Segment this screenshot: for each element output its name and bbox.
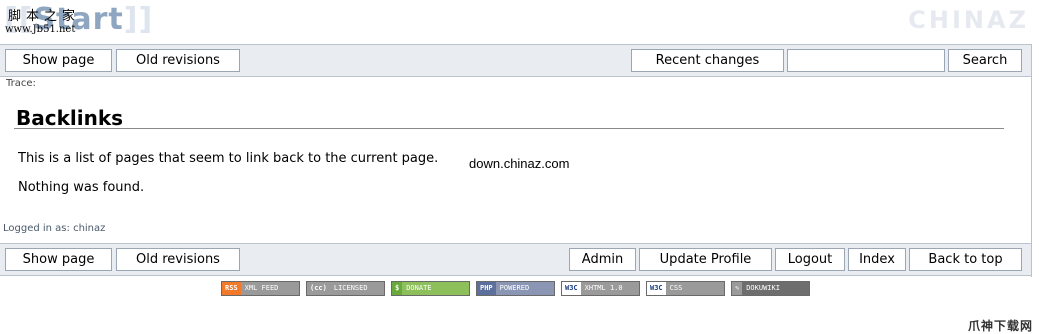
rss-xml-feed-badge[interactable]: RSS XML FEED [221,281,300,296]
badge-label: CSS [665,282,724,295]
top-action-bar: Show page Old revisions Recent changes S… [0,44,1031,77]
w3c-xhtml-badge[interactable]: W3C XHTML 1.0 [561,281,640,296]
old-revisions-button-bottom[interactable]: Old revisions [116,248,240,271]
logged-in-status: Logged in as: chinaz [3,223,106,234]
admin-button[interactable]: Admin [569,248,636,271]
logout-button[interactable]: Logout [775,248,845,271]
title-divider [14,128,1004,129]
footer-badges: RSS XML FEED (cc) LICENSED $ DONATE PHP POWE… [0,281,1039,297]
w3c-icon: W3C [562,282,581,295]
site-url: www.Jb51.net [5,24,76,35]
php-powered-badge[interactable]: PHP POWERED [476,281,555,296]
update-profile-button[interactable]: Update Profile [639,248,772,271]
w3c-css-badge[interactable]: W3C CSS [646,281,725,296]
content-right-border [1031,44,1032,277]
recent-changes-button[interactable]: Recent changes [631,49,784,72]
site-name-cn: 脚本之家 [8,9,81,24]
dokuwiki-badge[interactable]: ✎ DOKUWIKI [731,281,810,296]
chinaz-watermark: CHINAZ [908,6,1029,34]
dollar-icon: $ [392,282,403,295]
cc-licensed-badge[interactable]: (cc) LICENSED [306,281,385,296]
bottom-action-bar: Show page Old revisions Admin Update Pro… [0,243,1031,276]
backlinks-intro: This is a list of pages that seem to lin… [18,151,439,166]
search-input[interactable] [787,49,945,72]
cc-icon: (cc) [307,282,330,295]
old-revisions-button[interactable]: Old revisions [116,49,240,72]
header: [[Start]] 脚本之家 www.Jb51.net CHINAZ [0,0,1039,44]
badge-label: DOKUWIKI [742,282,809,295]
page-title: Backlinks [16,106,124,130]
badge-label: LICENSED [329,282,384,295]
show-page-button[interactable]: Show page [5,49,112,72]
rss-icon: RSS [222,282,241,295]
show-page-button-bottom[interactable]: Show page [5,248,112,271]
index-button[interactable]: Index [848,248,906,271]
badge-label: DONATE [402,282,469,295]
badge-label: XHTML 1.0 [580,282,639,295]
search-button[interactable]: Search [948,49,1022,72]
donate-badge[interactable]: $ DONATE [391,281,470,296]
php-icon: PHP [477,282,496,295]
breadcrumb-trace: Trace: [6,78,36,89]
backlinks-result: Nothing was found. [18,180,145,195]
dokuwiki-icon: ✎ [732,282,743,295]
badge-label: XML FEED [240,282,299,295]
back-to-top-button[interactable]: Back to top [909,248,1022,271]
w3c-icon: W3C [647,282,666,295]
badge-label: POWERED [495,282,554,295]
corner-watermark: 爪神下载网 [967,319,1033,333]
site-watermark: down.chinaz.com [469,156,570,171]
